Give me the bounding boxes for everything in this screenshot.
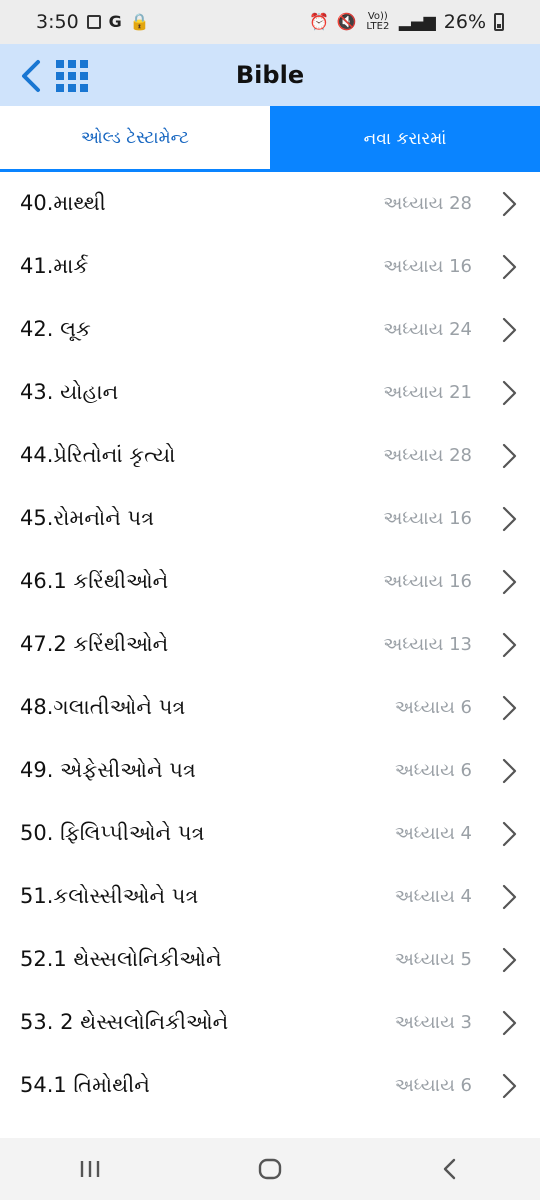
chevron-right-icon [502, 191, 517, 217]
chapter-count: અધ્યાય 24 [383, 319, 472, 340]
recent-apps-icon [80, 1161, 100, 1177]
app-bar: Bible [0, 44, 540, 106]
chevron-right-icon [502, 758, 517, 784]
chapter-count: અધ્યાય 6 [394, 697, 472, 718]
chapter-count: અધ્યાય 16 [383, 571, 472, 592]
chevron-right-icon [502, 632, 517, 658]
chevron-right-icon [502, 254, 517, 280]
signal-icon: ▂▄▆ [398, 12, 436, 31]
chevron-right-icon [502, 506, 517, 532]
list-item[interactable]: 50. ફિલિપ્પીઓને પત્ર અધ્યાય 4 [0, 802, 540, 865]
chapter-count: અધ્યાય 3 [394, 1012, 472, 1033]
list-item[interactable]: 54.1 તિમોથીને અધ્યાય 6 [0, 1054, 540, 1117]
list-item[interactable]: 53. 2 થેસ્સલોનિકીઓને અધ્યાય 3 [0, 991, 540, 1054]
list-item[interactable]: 47.2 કરિંથીઓને અધ્યાય 13 [0, 613, 540, 676]
system-back-button[interactable] [420, 1149, 480, 1189]
status-time: 3:50 [36, 11, 79, 33]
status-left: 3:50 G 🔒 [36, 11, 150, 33]
chevron-right-icon [502, 569, 517, 595]
list-item[interactable]: 45.રોમનોને પત્ર અધ્યાય 16 [0, 487, 540, 550]
chevron-right-icon [502, 380, 517, 406]
chapter-count: અધ્યાય 5 [394, 949, 472, 970]
chevron-right-icon [502, 1010, 517, 1036]
chapter-count: અધ્યાય 28 [383, 445, 472, 466]
home-icon [258, 1158, 282, 1180]
list-item[interactable]: 40.માથ્થી અધ્યાય 28 [0, 172, 540, 235]
list-item[interactable]: 51.કલોસ્સીઓને પત્ર અધ્યાય 4 [0, 865, 540, 928]
list-item[interactable]: 52.1 થેસ્સલોનિકીઓને અધ્યાય 5 [0, 928, 540, 991]
chapter-count: અધ્યાય 6 [394, 760, 472, 781]
list-item[interactable]: 48.ગલાતીઓને પત્ર અધ્યાય 6 [0, 676, 540, 739]
chevron-right-icon [502, 947, 517, 973]
chevron-right-icon [502, 821, 517, 847]
network-label: Vo)) LTE2 [366, 11, 390, 32]
list-item[interactable]: 42. લૂક અધ્યાય 24 [0, 298, 540, 361]
chevron-right-icon [502, 443, 517, 469]
book-list: 40.માથ્થી અધ્યાય 28 41.માર્ક અધ્યાય 16 42.… [0, 172, 540, 1117]
tab-old-testament[interactable]: ઓલ્ડ ટેસ્ટામેન્ટ [0, 106, 270, 172]
status-bar: 3:50 G 🔒 ⏰ 🔇 Vo)) LTE2 ▂▄▆ 26% [0, 0, 540, 44]
chevron-right-icon [502, 1073, 517, 1099]
list-item[interactable]: 49. એફેસીઓને પત્ર અધ્યાય 6 [0, 739, 540, 802]
list-item[interactable]: 44.પ્રેરિતોનાં કૃત્યો અધ્યાય 28 [0, 424, 540, 487]
home-button[interactable] [240, 1149, 300, 1189]
status-right: ⏰ 🔇 Vo)) LTE2 ▂▄▆ 26% [309, 11, 504, 33]
recent-apps-button[interactable] [60, 1149, 120, 1189]
chapter-count: અધ્યાય 4 [394, 823, 472, 844]
chapter-count: અધ્યાય 21 [383, 382, 472, 403]
testament-tabs: ઓલ્ડ ટેસ્ટામેન્ટ નવા કરારમાં [0, 106, 540, 172]
chevron-right-icon [502, 695, 517, 721]
list-item[interactable]: 41.માર્ક અધ્યાય 16 [0, 235, 540, 298]
back-arrow-icon[interactable] [14, 56, 48, 96]
grid-menu-icon[interactable] [56, 60, 88, 92]
mute-icon: 🔇 [336, 12, 357, 31]
battery-icon [494, 13, 504, 31]
chevron-right-icon [502, 884, 517, 910]
image-icon [86, 15, 101, 29]
lock-icon: 🔒 [129, 12, 150, 31]
chevron-right-icon [502, 317, 517, 343]
list-item[interactable]: 46.1 કરિંથીઓને અધ્યાય 16 [0, 550, 540, 613]
battery-percent: 26% [443, 11, 486, 33]
chapter-count: અધ્યાય 16 [383, 508, 472, 529]
chapter-count: અધ્યાય 13 [383, 634, 472, 655]
list-item[interactable]: 43. યોહાન અધ્યાય 21 [0, 361, 540, 424]
back-icon [443, 1158, 456, 1180]
google-icon: G [108, 12, 122, 31]
chapter-count: અધ્યાય 4 [394, 886, 472, 907]
alarm-icon: ⏰ [309, 12, 329, 31]
chapter-count: અધ્યાય 16 [383, 256, 472, 277]
chapter-count: અધ્યાય 6 [394, 1075, 472, 1096]
system-nav-bar [0, 1138, 540, 1200]
chapter-count: અધ્યાય 28 [383, 193, 472, 214]
tab-new-testament[interactable]: નવા કરારમાં [270, 106, 540, 172]
